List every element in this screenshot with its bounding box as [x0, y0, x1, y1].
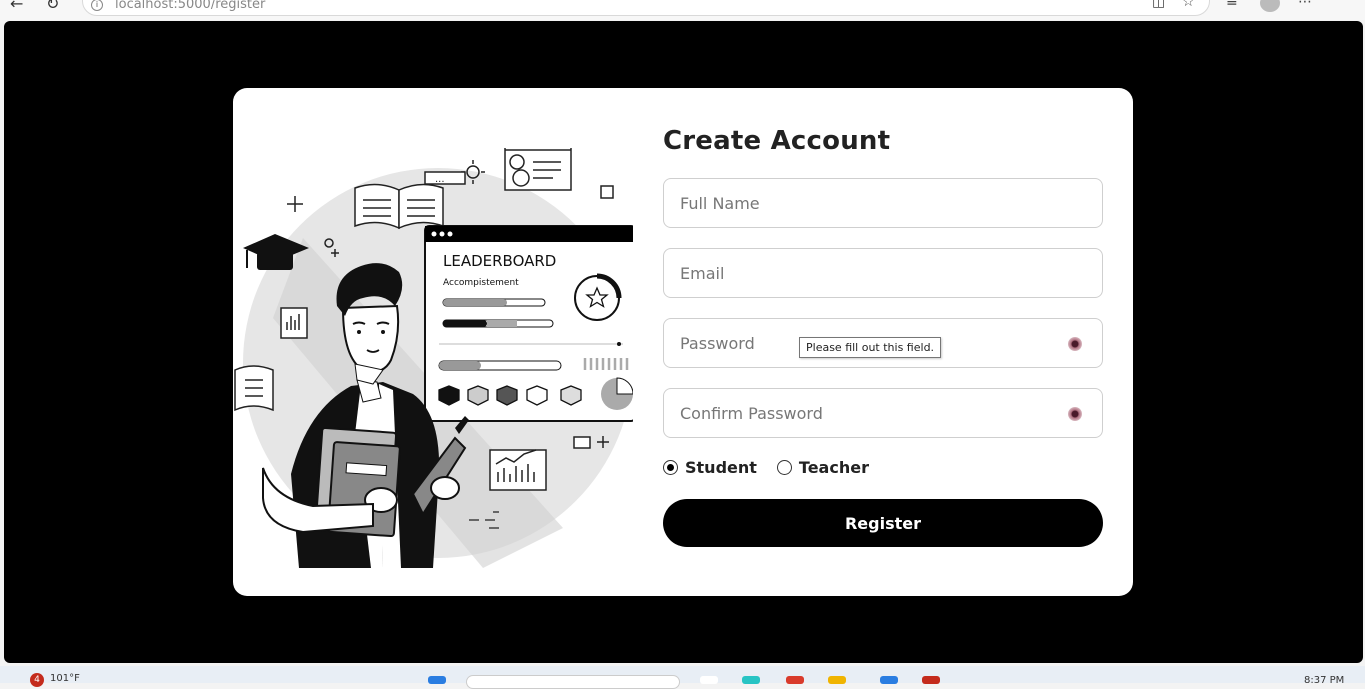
page-viewport: ... LEADERBOARD Accompistement Create Ac… [4, 21, 1363, 663]
taskbar: 4 101°F 8:37 PM [0, 666, 1365, 689]
full-name-field [663, 178, 1103, 228]
page-title: Create Account [663, 126, 891, 156]
taskbar-clock: 8:37 PM [1304, 675, 1345, 686]
email-field [663, 248, 1103, 298]
show-password-icon[interactable] [1068, 337, 1082, 351]
confirm-password-field [663, 388, 1103, 438]
profile-avatar[interactable] [1260, 0, 1280, 12]
role-teacher-option[interactable]: Teacher [776, 458, 869, 477]
email-input[interactable] [664, 249, 1102, 297]
register-card: ... LEADERBOARD Accompistement Create Ac… [233, 88, 1133, 596]
favorites-list-icon[interactable]: ≡ [1226, 0, 1238, 10]
confirm-password-input[interactable] [664, 389, 1102, 437]
split-view-icon[interactable]: ◫ [1152, 0, 1165, 10]
register-button[interactable]: Register [663, 499, 1103, 547]
role-teacher-label: Teacher [798, 458, 869, 477]
address-bar[interactable]: i localhost:5000/register [82, 0, 1210, 16]
url-text: localhost:5000/register [115, 0, 266, 12]
leaderboard-subtitle: Accompistement [443, 278, 519, 288]
more-menu-icon[interactable]: ⋯ [1298, 0, 1312, 10]
refresh-icon[interactable]: ↻ [46, 0, 59, 13]
radio-checked-icon[interactable] [663, 460, 678, 475]
role-student-option[interactable]: Student [663, 458, 757, 477]
svg-text:...: ... [435, 174, 445, 185]
weather-alert-badge: 4 [30, 673, 44, 687]
weather-temp: 101°F [50, 673, 80, 684]
validation-tooltip: Please fill out this field. [799, 337, 942, 358]
back-icon[interactable]: ← [10, 0, 23, 13]
student-illustration: ... LEADERBOARD Accompistement [234, 148, 633, 568]
role-selector: Student Teacher [663, 458, 1103, 477]
radio-unchecked-icon[interactable] [776, 460, 792, 475]
favorite-star-icon[interactable]: ☆ [1182, 0, 1195, 10]
full-name-input[interactable] [664, 179, 1102, 227]
role-student-label: Student [685, 458, 757, 477]
browser-toolbar: ← ↻ i localhost:5000/register ◫ ☆ ≡ ⋯ [0, 0, 1365, 20]
site-info-icon[interactable]: i [91, 0, 103, 11]
show-confirm-password-icon[interactable] [1068, 407, 1082, 421]
taskbar-search[interactable] [466, 675, 680, 689]
leaderboard-title: LEADERBOARD [443, 252, 556, 270]
weather-widget[interactable]: 4 101°F [30, 673, 80, 687]
